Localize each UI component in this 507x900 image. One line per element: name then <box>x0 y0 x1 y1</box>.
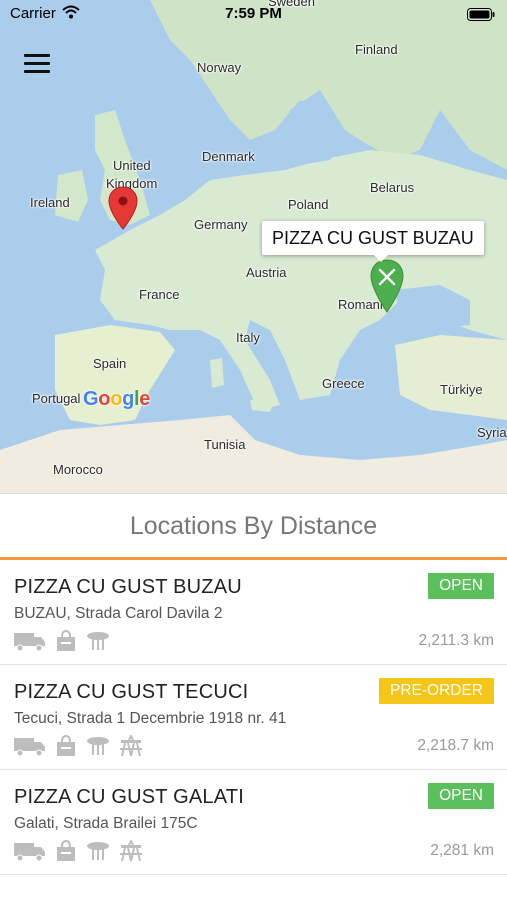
location-row-tecuci[interactable]: PIZZA CU GUST TECUCI Tecuci, Strada 1 De… <box>0 665 507 770</box>
location-name: PIZZA CU GUST GALATI <box>14 786 244 808</box>
status-time: 7:59 PM <box>225 5 282 22</box>
map-label-poland: Poland <box>288 197 329 212</box>
delivery-truck-icon <box>13 735 47 759</box>
location-name: PIZZA CU GUST TECUCI <box>14 681 249 703</box>
hamburger-menu-icon[interactable] <box>20 48 56 80</box>
dine-in-table-icon <box>85 630 111 654</box>
takeaway-bag-icon <box>55 840 77 864</box>
dine-in-table-icon <box>85 840 111 864</box>
map-callout-label[interactable]: PIZZA CU GUST BUZAU <box>262 221 484 262</box>
restaurant-pin-icon[interactable] <box>369 258 405 319</box>
delivery-truck-icon <box>13 840 47 864</box>
outdoor-seating-icon <box>119 840 143 864</box>
map-label-portugal: Portugal <box>32 391 81 406</box>
location-distance: 2,218.7 km <box>417 737 494 754</box>
location-distance: 2,281 km <box>430 842 494 859</box>
map-label-denmark: Denmark <box>202 149 255 164</box>
map-label-austria: Austria <box>246 265 287 280</box>
map-label-greece: Greece <box>322 376 365 391</box>
locations-panel-header: Locations By Distance <box>0 493 507 558</box>
delivery-truck-icon <box>13 630 47 654</box>
map-label-spain: Spain <box>93 356 127 371</box>
location-distance: 2,211.3 km <box>418 632 494 649</box>
panel-title: Locations By Distance <box>129 512 378 540</box>
map-label-germany: Germany <box>194 217 248 232</box>
outdoor-seating-icon <box>119 735 143 759</box>
takeaway-bag-icon <box>55 735 77 759</box>
location-address: Tecuci, Strada 1 Decembrie 1918 nr. 41 <box>14 710 287 727</box>
status-badge: OPEN <box>428 783 494 809</box>
map-label-norway: Norway <box>197 60 242 75</box>
map-label-finland: Finland <box>355 42 398 57</box>
service-icons <box>13 840 143 864</box>
map-label-tunisia: Tunisia <box>204 437 246 452</box>
service-icons <box>13 735 143 759</box>
location-row-buzau[interactable]: PIZZA CU GUST BUZAU BUZAU, Strada Carol … <box>0 560 507 665</box>
map-view[interactable]: Sweden Finland Norway United Kingdom Den… <box>0 0 507 493</box>
map-label-turkiye: Türkiye <box>440 382 483 397</box>
status-badge: PRE-ORDER <box>378 678 494 704</box>
google-attribution-logo[interactable]: Google <box>83 388 150 411</box>
location-address: BUZAU, Strada Carol Davila 2 <box>14 605 223 622</box>
status-badge: OPEN <box>428 573 494 599</box>
location-row-galati[interactable]: PIZZA CU GUST GALATI Galati, Strada Brai… <box>0 770 507 875</box>
location-list[interactable]: PIZZA CU GUST BUZAU BUZAU, Strada Carol … <box>0 560 507 875</box>
map-label-belarus: Belarus <box>370 180 415 195</box>
dine-in-table-icon <box>85 735 111 759</box>
map-label-syria: Syria <box>477 425 507 440</box>
map-label-italy: Italy <box>236 330 260 345</box>
map-label-united: United <box>113 158 151 173</box>
takeaway-bag-icon <box>55 630 77 654</box>
battery-icon <box>467 8 495 25</box>
service-icons <box>13 630 111 654</box>
location-name: PIZZA CU GUST BUZAU <box>14 576 242 598</box>
current-location-pin-icon[interactable] <box>108 186 138 235</box>
map-label-ireland: Ireland <box>30 195 70 210</box>
map-label-morocco: Morocco <box>53 462 103 477</box>
status-bar: Carrier 7:59 PM <box>0 0 507 28</box>
location-address: Galati, Strada Brailei 175C <box>14 815 198 832</box>
map-label-france: France <box>139 287 180 302</box>
